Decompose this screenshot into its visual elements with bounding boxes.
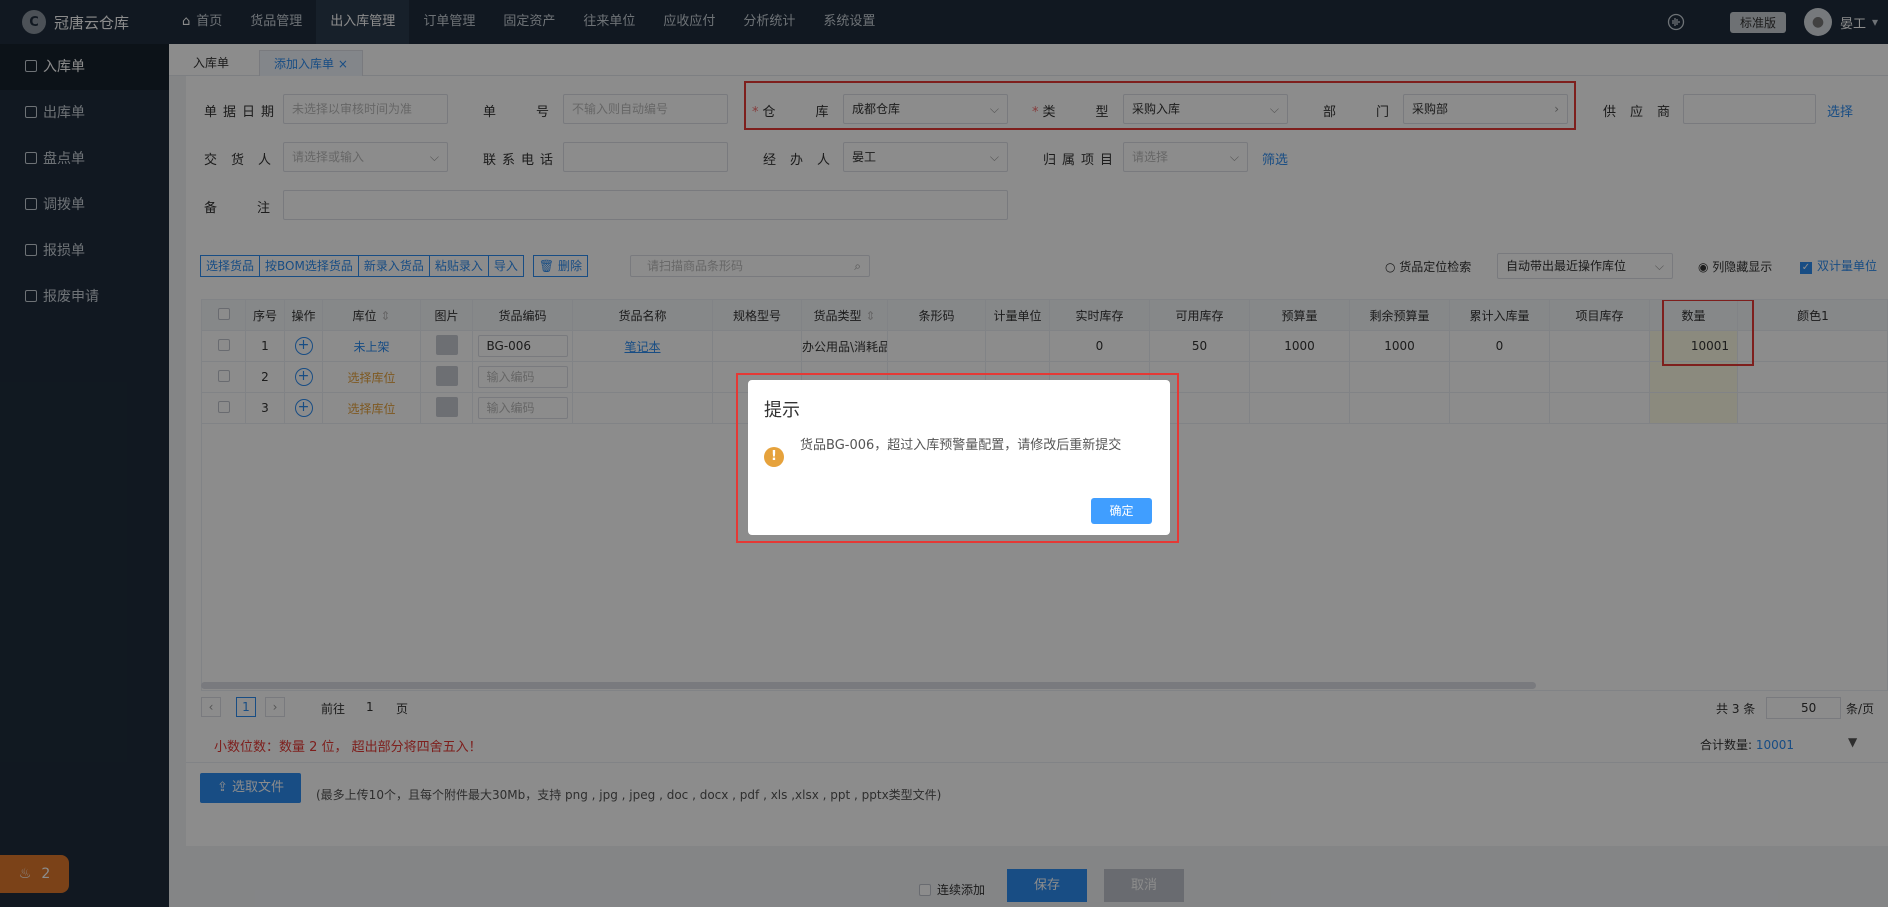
dialog-title: 提示	[764, 400, 800, 421]
confirm-button[interactable]: 确定	[1091, 498, 1152, 524]
warning-icon: !	[764, 447, 784, 467]
alert-dialog: 提示 ! 货品BG-006，超过入库预警量配置，请修改后重新提交 确定	[748, 380, 1170, 535]
dialog-message: 货品BG-006，超过入库预警量配置，请修改后重新提交	[800, 438, 1122, 453]
